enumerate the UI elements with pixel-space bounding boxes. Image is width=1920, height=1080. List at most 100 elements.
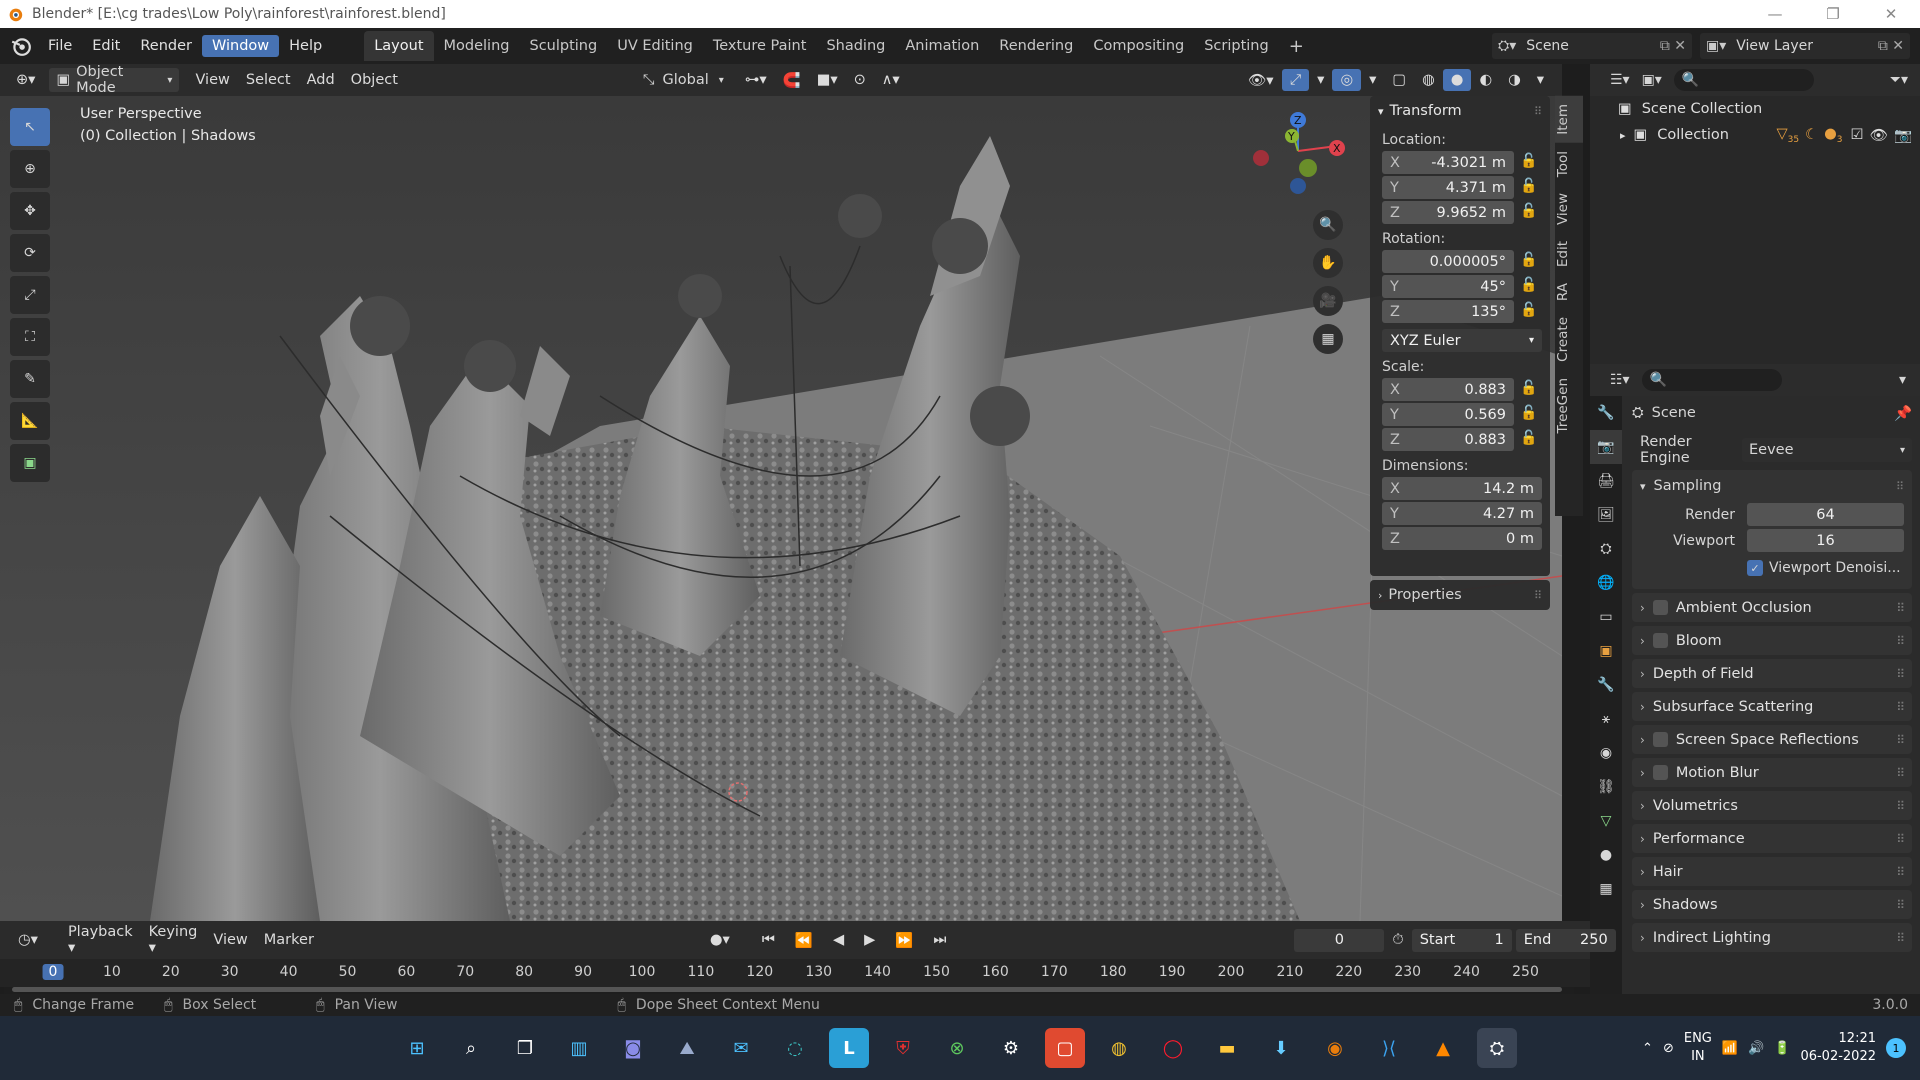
- keying-menu[interactable]: Keying ▾: [141, 921, 206, 959]
- checkbox-icon[interactable]: ☑: [1851, 127, 1864, 143]
- timeline-scrollbar[interactable]: [4, 987, 1574, 994]
- notification-badge[interactable]: 1: [1886, 1038, 1906, 1058]
- lock-icon[interactable]: 🔓: [1520, 277, 1542, 297]
- menu-view[interactable]: View: [187, 69, 237, 91]
- drag-handle-icon[interactable]: ⠿: [1896, 766, 1905, 780]
- installer-icon[interactable]: ⬇: [1261, 1028, 1301, 1068]
- modifier-tab-icon[interactable]: 🔧: [1590, 668, 1622, 702]
- tab-scripting[interactable]: Scripting: [1194, 31, 1278, 61]
- texture-tab-icon[interactable]: ▦: [1590, 872, 1622, 906]
- tab-view[interactable]: View: [1555, 185, 1583, 233]
- object-mode-dropdown[interactable]: ▣ Object Mode ▾: [49, 64, 180, 96]
- menu-window[interactable]: Window: [201, 35, 280, 57]
- start-icon[interactable]: ⊞: [397, 1028, 437, 1068]
- lock-icon[interactable]: 🔓: [1520, 203, 1542, 223]
- tab-layout[interactable]: Layout: [364, 31, 434, 61]
- close-button[interactable]: ✕: [1862, 5, 1920, 23]
- blender-active-icon[interactable]: ⛭: [1477, 1028, 1517, 1068]
- stopwatch-icon[interactable]: ⏱: [1384, 929, 1411, 951]
- lock-icon[interactable]: 🔓: [1520, 302, 1542, 322]
- 3d-viewport[interactable]: User Perspective (0) Collection | Shadow…: [0, 96, 1562, 921]
- tab-treegen[interactable]: TreeGen: [1555, 370, 1583, 441]
- scale-x-field[interactable]: X 0.883: [1382, 378, 1514, 401]
- snap-icon[interactable]: 🧲: [775, 69, 809, 92]
- physics-tab-icon[interactable]: ◉: [1590, 736, 1622, 770]
- scale-tool[interactable]: ⤢: [10, 276, 50, 314]
- lock-icon[interactable]: 🔓: [1520, 430, 1542, 450]
- start-frame-field[interactable]: Start 1: [1411, 928, 1512, 952]
- drag-handle-icon[interactable]: ⠿: [1896, 700, 1905, 714]
- drag-handle-icon[interactable]: ⠿: [1896, 865, 1905, 879]
- photos-icon[interactable]: ⛰: [667, 1028, 707, 1068]
- location-x-field[interactable]: X -4.3021 m: [1382, 151, 1514, 174]
- chrome-icon[interactable]: ◍: [1099, 1028, 1139, 1068]
- teams-chat-icon[interactable]: ◙: [613, 1028, 653, 1068]
- minimize-button[interactable]: —: [1746, 5, 1804, 23]
- drag-handle-icon[interactable]: ⠿: [1896, 799, 1905, 813]
- widgets-icon[interactable]: ▥: [559, 1028, 599, 1068]
- bloom-panel[interactable]: › Bloom ⠿: [1632, 626, 1912, 655]
- checkbox-icon[interactable]: [1652, 765, 1668, 780]
- wireframe-shading-icon[interactable]: ◍: [1414, 69, 1443, 91]
- gizmo-toggle-icon[interactable]: ⤢: [1281, 69, 1310, 91]
- viewport-samples-field[interactable]: 16: [1747, 529, 1904, 552]
- ambient-occlusion-panel[interactable]: › Ambient Occlusion ⠿: [1632, 593, 1912, 622]
- annotate-tool[interactable]: ✎: [10, 360, 50, 398]
- play-icon[interactable]: ▶: [856, 929, 883, 951]
- tool-tab-icon[interactable]: 🔧: [1590, 396, 1622, 430]
- pivot-icon[interactable]: ⊶▾: [737, 69, 775, 91]
- constraints-tab-icon[interactable]: ⛓: [1590, 770, 1622, 804]
- volumetrics-panel[interactable]: › Volumetrics ⠿: [1632, 791, 1912, 820]
- marker-menu[interactable]: Marker: [256, 929, 322, 951]
- jump-end-icon[interactable]: ⏭: [925, 929, 954, 951]
- file-explorer-icon[interactable]: ▬: [1207, 1028, 1247, 1068]
- app-l-icon[interactable]: L: [829, 1028, 869, 1068]
- tray-chevron-icon[interactable]: ⌃: [1642, 1041, 1653, 1056]
- language-indicator[interactable]: ENG IN: [1684, 1030, 1712, 1066]
- record-icon[interactable]: ●▾: [702, 929, 738, 951]
- drag-handle-icon[interactable]: ⠿: [1534, 589, 1542, 602]
- material-tab-icon[interactable]: ●: [1590, 838, 1622, 872]
- overlay-dropdown-icon[interactable]: ▾: [1361, 69, 1384, 91]
- drag-handle-icon[interactable]: ⠿: [1896, 667, 1905, 681]
- mail-icon[interactable]: ✉: [721, 1028, 761, 1068]
- tab-animation[interactable]: Animation: [895, 31, 989, 61]
- drag-handle-icon[interactable]: ⠿: [1896, 480, 1904, 493]
- drag-handle-icon[interactable]: ⠿: [1896, 733, 1905, 747]
- task-view-icon[interactable]: ❐: [505, 1028, 545, 1068]
- tab-tool[interactable]: Tool: [1555, 143, 1583, 185]
- rotation-z-field[interactable]: Z 135°: [1382, 300, 1514, 323]
- tab-shading[interactable]: Shading: [816, 31, 895, 61]
- render-engine-dropdown[interactable]: Eevee ▾: [1742, 438, 1912, 462]
- copy-icon[interactable]: ⧉ ✕: [1660, 38, 1686, 54]
- depth-of-field-panel[interactable]: › Depth of Field ⠿: [1632, 659, 1912, 688]
- menu-edit[interactable]: Edit: [82, 35, 130, 57]
- dimension-z-field[interactable]: Z 0 m: [1382, 527, 1542, 550]
- filter-icon[interactable]: ⏷▾: [1890, 72, 1908, 88]
- screen-space-reflections-panel[interactable]: › Screen Space Reflections ⠿: [1632, 725, 1912, 754]
- timeline-editor-icon[interactable]: ◷▾: [10, 929, 46, 951]
- particles-tab-icon[interactable]: ⚹: [1590, 702, 1622, 736]
- scene-tab-icon[interactable]: ⛭: [1590, 532, 1622, 566]
- select-box-tool[interactable]: ↖: [10, 108, 50, 146]
- rotate-tool[interactable]: ⟳: [10, 234, 50, 272]
- vlc-icon[interactable]: ▲: [1423, 1028, 1463, 1068]
- volume-icon[interactable]: 🔊: [1748, 1041, 1764, 1056]
- checkbox-icon[interactable]: [1652, 633, 1668, 648]
- collection-tab-icon[interactable]: ▭: [1590, 600, 1622, 634]
- menu-select[interactable]: Select: [238, 69, 299, 91]
- play-reverse-icon[interactable]: ◀: [825, 929, 852, 951]
- tab-create[interactable]: Create: [1555, 309, 1583, 370]
- location-z-field[interactable]: Z 9.9652 m: [1382, 201, 1514, 224]
- navigation-gizmo[interactable]: Z X Y: [1245, 106, 1355, 201]
- add-cube-tool[interactable]: ▣: [10, 444, 50, 482]
- checkbox-icon[interactable]: [1652, 732, 1668, 747]
- tab-edit[interactable]: Edit: [1555, 233, 1583, 275]
- display-mode-icon[interactable]: ▣▾: [1642, 72, 1662, 88]
- checkbox-checked-icon[interactable]: ✓: [1747, 560, 1763, 576]
- drag-handle-icon[interactable]: ⠿: [1896, 634, 1905, 648]
- lock-icon[interactable]: 🔓: [1520, 178, 1542, 198]
- drag-handle-icon[interactable]: ⠿: [1534, 105, 1542, 118]
- camera-icon[interactable]: 📷: [1894, 127, 1912, 144]
- tab-sculpting[interactable]: Sculpting: [519, 31, 607, 61]
